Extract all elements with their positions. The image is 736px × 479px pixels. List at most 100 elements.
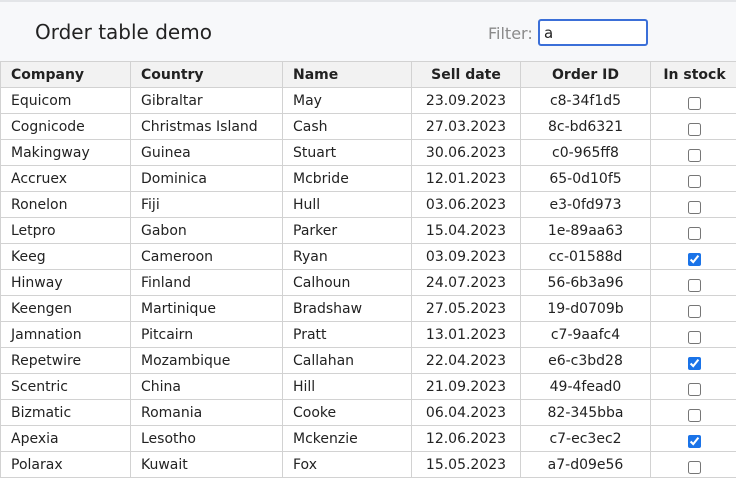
cell-name: Calhoun	[282, 269, 412, 296]
cell-country: Romania	[130, 399, 283, 426]
cell-order-id: a7-d09e56	[520, 451, 651, 478]
cell-order-id: 8c-bd6321	[520, 113, 651, 140]
cell-sell-date: 12.01.2023	[411, 165, 521, 192]
in-stock-checkbox[interactable]	[688, 201, 701, 214]
cell-sell-date: 15.04.2023	[411, 217, 521, 244]
order-table-container: Company Country Name Sell date Order ID …	[0, 61, 736, 479]
cell-sell-date: 21.09.2023	[411, 373, 521, 400]
in-stock-checkbox[interactable]	[688, 461, 701, 474]
table-row[interactable]: Scentric China Hill 21.09.2023 49-4fead0	[0, 373, 736, 400]
cell-company: Keengen	[0, 295, 131, 322]
cell-company: Jamnation	[0, 321, 131, 348]
filter-input[interactable]	[538, 19, 648, 46]
cell-in-stock	[650, 321, 736, 348]
cell-company: Polarax	[0, 451, 131, 478]
cell-country: Mozambique	[130, 347, 283, 374]
cell-sell-date: 06.04.2023	[411, 399, 521, 426]
in-stock-checkbox[interactable]	[688, 253, 701, 266]
table-row[interactable]: Keeg Cameroon Ryan 03.09.2023 cc-01588d	[0, 243, 736, 270]
cell-country: Dominica	[130, 165, 283, 192]
cell-order-id: 1e-89aa63	[520, 217, 651, 244]
cell-country: Cameroon	[130, 243, 283, 270]
cell-name: Stuart	[282, 139, 412, 166]
cell-country: Gibraltar	[130, 87, 283, 114]
cell-order-id: 56-6b3a96	[520, 269, 651, 296]
table-row[interactable]: Equicom Gibraltar May 23.09.2023 c8-34f1d5	[0, 87, 736, 114]
cell-in-stock	[650, 87, 736, 114]
table-row[interactable]: Repetwire Mozambique Callahan 22.04.2023 e6-…	[0, 347, 736, 374]
cell-sell-date: 23.09.2023	[411, 87, 521, 114]
cell-sell-date: 03.06.2023	[411, 191, 521, 218]
column-header-name[interactable]: Name	[282, 61, 412, 88]
cell-order-id: c0-965ff8	[520, 139, 651, 166]
cell-name: Hill	[282, 373, 412, 400]
cell-in-stock	[650, 243, 736, 270]
cell-order-id: 49-4fead0	[520, 373, 651, 400]
table-row[interactable]: Apexia Lesotho Mckenzie 12.06.2023 c7-ec3ec2	[0, 425, 736, 452]
table-row[interactable]: Ronelon Fiji Hull 03.06.2023 e3-0fd973	[0, 191, 736, 218]
cell-order-id: e3-0fd973	[520, 191, 651, 218]
cell-sell-date: 24.07.2023	[411, 269, 521, 296]
cell-company: Equicom	[0, 87, 131, 114]
in-stock-checkbox[interactable]	[688, 123, 701, 136]
column-header-company[interactable]: Company	[0, 61, 131, 88]
cell-in-stock	[650, 191, 736, 218]
page-header: Order table demo Filter:	[0, 2, 736, 62]
in-stock-checkbox[interactable]	[688, 97, 701, 110]
in-stock-checkbox[interactable]	[688, 331, 701, 344]
cell-company: Cognicode	[0, 113, 131, 140]
cell-in-stock	[650, 165, 736, 192]
table-row[interactable]: Makingway Guinea Stuart 30.06.2023 c0-965ff8	[0, 139, 736, 166]
table-row[interactable]: Bizmatic Romania Cooke 06.04.2023 82-345bba	[0, 399, 736, 426]
cell-name: Fox	[282, 451, 412, 478]
column-header-order-id[interactable]: Order ID	[520, 61, 651, 88]
cell-name: Callahan	[282, 347, 412, 374]
cell-in-stock	[650, 347, 736, 374]
cell-sell-date: 03.09.2023	[411, 243, 521, 270]
cell-company: Makingway	[0, 139, 131, 166]
cell-sell-date: 30.06.2023	[411, 139, 521, 166]
cell-sell-date: 13.01.2023	[411, 321, 521, 348]
cell-in-stock	[650, 139, 736, 166]
cell-company: Accruex	[0, 165, 131, 192]
cell-company: Ronelon	[0, 191, 131, 218]
in-stock-checkbox[interactable]	[688, 227, 701, 240]
table-row[interactable]: Accruex Dominica Mcbride 12.01.2023 65-0d10f…	[0, 165, 736, 192]
in-stock-checkbox[interactable]	[688, 435, 701, 448]
column-header-country[interactable]: Country	[130, 61, 283, 88]
column-header-sell-date[interactable]: Sell date	[411, 61, 521, 88]
cell-in-stock	[650, 269, 736, 296]
cell-in-stock	[650, 451, 736, 478]
cell-name: Cash	[282, 113, 412, 140]
in-stock-checkbox[interactable]	[688, 279, 701, 292]
cell-country: Gabon	[130, 217, 283, 244]
cell-company: Repetwire	[0, 347, 131, 374]
cell-name: Ryan	[282, 243, 412, 270]
cell-sell-date: 15.05.2023	[411, 451, 521, 478]
cell-country: Lesotho	[130, 425, 283, 452]
cell-order-id: c7-ec3ec2	[520, 425, 651, 452]
cell-company: Scentric	[0, 373, 131, 400]
table-row[interactable]: Jamnation Pitcairn Pratt 13.01.2023 c7-9aafc…	[0, 321, 736, 348]
cell-country: China	[130, 373, 283, 400]
cell-name: Mcbride	[282, 165, 412, 192]
table-row[interactable]: Hinway Finland Calhoun 24.07.2023 56-6b3a96	[0, 269, 736, 296]
in-stock-checkbox[interactable]	[688, 409, 701, 422]
cell-country: Finland	[130, 269, 283, 296]
column-header-in-stock[interactable]: In stock	[650, 61, 736, 88]
cell-name: Cooke	[282, 399, 412, 426]
table-row[interactable]: Cognicode Christmas Island Cash 27.03.2023 8…	[0, 113, 736, 140]
in-stock-checkbox[interactable]	[688, 305, 701, 318]
table-row[interactable]: Polarax Kuwait Fox 15.05.2023 a7-d09e56	[0, 451, 736, 478]
cell-name: May	[282, 87, 412, 114]
cell-name: Pratt	[282, 321, 412, 348]
in-stock-checkbox[interactable]	[688, 149, 701, 162]
table-row[interactable]: Keengen Martinique Bradshaw 27.05.2023 19-d0…	[0, 295, 736, 322]
in-stock-checkbox[interactable]	[688, 175, 701, 188]
table-row[interactable]: Letpro Gabon Parker 15.04.2023 1e-89aa63	[0, 217, 736, 244]
in-stock-checkbox[interactable]	[688, 357, 701, 370]
in-stock-checkbox[interactable]	[688, 383, 701, 396]
cell-sell-date: 22.04.2023	[411, 347, 521, 374]
cell-company: Apexia	[0, 425, 131, 452]
cell-name: Hull	[282, 191, 412, 218]
